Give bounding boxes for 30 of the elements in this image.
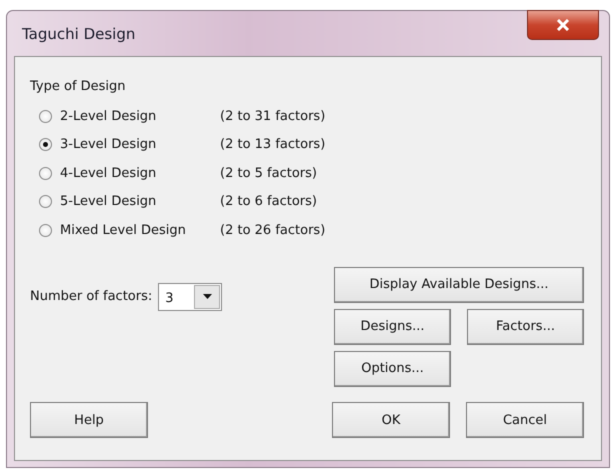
radio-button[interactable]: [39, 224, 52, 237]
field-label: Number of factors:: [30, 289, 152, 304]
close-icon: [556, 19, 570, 31]
option-label[interactable]: 3-Level Design: [60, 137, 220, 152]
factor-range: (2 to 5 factors): [220, 166, 317, 181]
caret-icon: [202, 294, 212, 299]
cancel-button[interactable]: Cancel: [466, 402, 584, 438]
dropdown-button[interactable]: [194, 284, 220, 308]
option-label[interactable]: 5-Level Design: [60, 194, 220, 210]
display-designs-button[interactable]: Display Available Designs...: [334, 266, 584, 302]
designs-button[interactable]: Designs...: [334, 308, 451, 344]
close-button[interactable]: [527, 10, 599, 40]
factor-range: (2 to 13 factors): [220, 137, 326, 152]
help-button[interactable]: Help: [30, 402, 148, 438]
ok-button[interactable]: OK: [332, 402, 450, 438]
option-label[interactable]: 2-Level Design: [60, 108, 220, 124]
factor-range: (2 to 6 factors): [220, 194, 317, 210]
window-title: Taguchi Design: [22, 24, 136, 42]
options-button[interactable]: Options...: [334, 350, 451, 386]
radio-button[interactable]: [39, 138, 52, 152]
factors-button[interactable]: Factors...: [467, 308, 584, 344]
option-label[interactable]: 4-Level Design: [60, 166, 220, 181]
radio-button[interactable]: [39, 110, 52, 123]
radio-button[interactable]: [39, 195, 52, 208]
radio-button[interactable]: [39, 166, 52, 180]
factor-range: (2 to 31 factors): [220, 108, 326, 124]
factor-range: (2 to 26 factors): [220, 222, 326, 238]
group-label: Type of Design: [30, 79, 127, 94]
option-label[interactable]: Mixed Level Design: [60, 222, 220, 238]
factors-dropdown[interactable]: 3: [158, 282, 222, 310]
